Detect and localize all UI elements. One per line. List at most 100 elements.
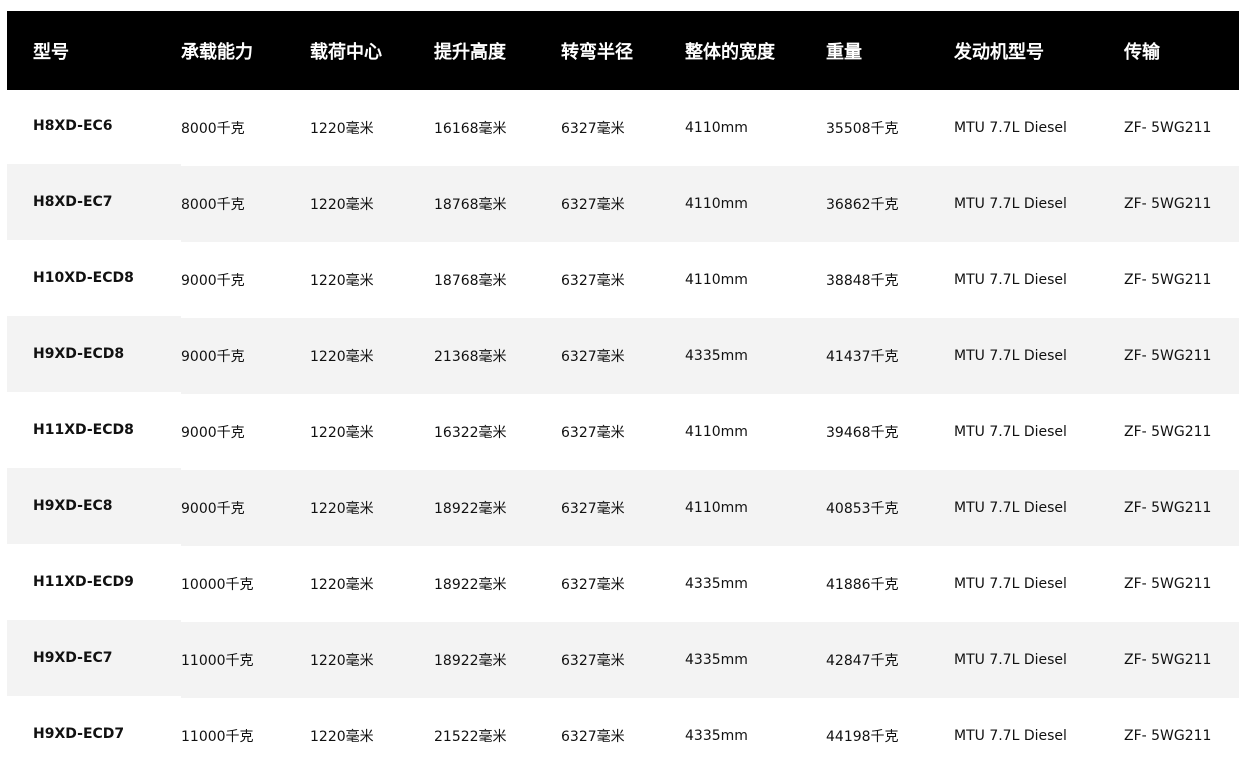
cell-transmission: ZF- 5WG211: [1124, 576, 1212, 592]
cell-weight: 38848千克: [826, 273, 899, 289]
cell-engine: MTU 7.7L Diesel: [954, 652, 1067, 668]
cell-load-center: 1220毫米: [310, 425, 374, 441]
header-engine: 发动机型号: [954, 41, 1044, 63]
cell-weight: 42847千克: [826, 653, 899, 669]
cell-turning-radius: 6327毫米: [561, 729, 625, 745]
cell-turning-radius: 6327毫米: [561, 121, 625, 137]
cell-engine: MTU 7.7L Diesel: [954, 348, 1067, 364]
header-overall-width: 整体的宽度: [685, 41, 775, 63]
cell-capacity: 9000千克: [181, 501, 245, 517]
cell-transmission: ZF- 5WG211: [1124, 652, 1212, 668]
header-row: 型号 承载能力 载荷中心 提升高度 转弯半径 整体的宽度 重量 发动机型号 传输: [7, 11, 1239, 90]
cell-weight: 41437千克: [826, 349, 899, 365]
cell-load-center: 1220毫米: [310, 273, 374, 289]
cell-lift-height: 18922毫米: [434, 501, 507, 517]
cell-load-center: 1220毫米: [310, 577, 374, 593]
cell-model: H9XD-ECD8: [33, 346, 125, 362]
table-row: H9XD-ECD8 9000千克 1220毫米 21368毫米 6327毫米 4335mm…: [7, 318, 1239, 394]
table-row: H9XD-ECD7 11000千克 1220毫米 21522毫米 6327毫米 4335m…: [7, 698, 1239, 774]
cell-engine: MTU 7.7L Diesel: [954, 576, 1067, 592]
cell-engine: MTU 7.7L Diesel: [954, 120, 1067, 136]
table-row: H10XD-ECD8 9000千克 1220毫米 18768毫米 6327毫米 4110m…: [7, 242, 1239, 318]
cell-lift-height: 16168毫米: [434, 121, 507, 137]
table-header: 型号 承载能力 载荷中心 提升高度 转弯半径 整体的宽度 重量 发动机型号 传输: [7, 11, 1239, 90]
header-model: 型号: [33, 41, 69, 63]
cell-engine: MTU 7.7L Diesel: [954, 728, 1067, 744]
cell-engine: MTU 7.7L Diesel: [954, 500, 1067, 516]
header-capacity: 承载能力: [181, 41, 253, 63]
cell-transmission: ZF- 5WG211: [1124, 728, 1212, 744]
cell-turning-radius: 6327毫米: [561, 501, 625, 517]
cell-lift-height: 21522毫米: [434, 729, 507, 745]
header-load-center: 载荷中心: [310, 41, 382, 63]
cell-lift-height: 16322毫米: [434, 425, 507, 441]
cell-load-center: 1220毫米: [310, 653, 374, 669]
cell-load-center: 1220毫米: [310, 501, 374, 517]
cell-weight: 44198千克: [826, 729, 899, 745]
cell-load-center: 1220毫米: [310, 197, 374, 213]
table-row: H8XD-EC6 8000千克 1220毫米 16168毫米 6327毫米 4110mm 3…: [7, 90, 1239, 166]
cell-overall-width: 4335mm: [685, 728, 748, 744]
cell-model: H11XD-ECD9: [33, 574, 134, 590]
cell-weight: 39468千克: [826, 425, 899, 441]
cell-model: H9XD-EC8: [33, 498, 113, 514]
cell-load-center: 1220毫米: [310, 349, 374, 365]
cell-transmission: ZF- 5WG211: [1124, 196, 1212, 212]
cell-capacity: 8000千克: [181, 121, 245, 137]
cell-weight: 36862千克: [826, 197, 899, 213]
table-row: H9XD-EC7 11000千克 1220毫米 18922毫米 6327毫米 4335mm…: [7, 622, 1239, 698]
header-turning-radius: 转弯半径: [561, 41, 633, 63]
table-row: H9XD-EC8 9000千克 1220毫米 18922毫米 6327毫米 4110mm 4…: [7, 470, 1239, 546]
spec-table-container: 型号 承载能力 载荷中心 提升高度 转弯半径 整体的宽度 重量 发动机型号 传输 H8XD-EC…: [7, 11, 1239, 774]
cell-capacity: 10000千克: [181, 577, 254, 593]
cell-capacity: 9000千克: [181, 425, 245, 441]
cell-lift-height: 18768毫米: [434, 273, 507, 289]
cell-lift-height: 18768毫米: [434, 197, 507, 213]
cell-turning-radius: 6327毫米: [561, 273, 625, 289]
cell-transmission: ZF- 5WG211: [1124, 348, 1212, 364]
cell-model: H8XD-EC7: [33, 194, 113, 210]
cell-model: H9XD-EC7: [33, 650, 113, 666]
cell-capacity: 8000千克: [181, 197, 245, 213]
table-row: H8XD-EC7 8000千克 1220毫米 18768毫米 6327毫米 4110mm 3…: [7, 166, 1239, 242]
cell-turning-radius: 6327毫米: [561, 577, 625, 593]
cell-overall-width: 4335mm: [685, 652, 748, 668]
table-row: H11XD-ECD9 10000千克 1220毫米 18922毫米 6327毫米 4335…: [7, 546, 1239, 622]
cell-lift-height: 21368毫米: [434, 349, 507, 365]
cell-overall-width: 4335mm: [685, 576, 748, 592]
cell-load-center: 1220毫米: [310, 729, 374, 745]
cell-model: H8XD-EC6: [33, 118, 113, 134]
table-body: H8XD-EC6 8000千克 1220毫米 16168毫米 6327毫米 4110mm 3…: [7, 90, 1239, 774]
cell-overall-width: 4335mm: [685, 348, 748, 364]
cell-overall-width: 4110mm: [685, 120, 748, 136]
cell-load-center: 1220毫米: [310, 121, 374, 137]
spec-table: 型号 承载能力 载荷中心 提升高度 转弯半径 整体的宽度 重量 发动机型号 传输 H8XD-EC…: [7, 11, 1239, 774]
cell-transmission: ZF- 5WG211: [1124, 500, 1212, 516]
cell-overall-width: 4110mm: [685, 196, 748, 212]
table-row: H11XD-ECD8 9000千克 1220毫米 16322毫米 6327毫米 4110m…: [7, 394, 1239, 470]
cell-capacity: 9000千克: [181, 349, 245, 365]
cell-overall-width: 4110mm: [685, 272, 748, 288]
cell-turning-radius: 6327毫米: [561, 425, 625, 441]
cell-transmission: ZF- 5WG211: [1124, 120, 1212, 136]
cell-model: H11XD-ECD8: [33, 422, 134, 438]
cell-engine: MTU 7.7L Diesel: [954, 272, 1067, 288]
cell-weight: 35508千克: [826, 121, 899, 137]
cell-turning-radius: 6327毫米: [561, 197, 625, 213]
cell-weight: 40853千克: [826, 501, 899, 517]
cell-model: H9XD-ECD7: [33, 726, 125, 742]
cell-engine: MTU 7.7L Diesel: [954, 196, 1067, 212]
cell-overall-width: 4110mm: [685, 500, 748, 516]
cell-turning-radius: 6327毫米: [561, 653, 625, 669]
cell-model: H10XD-ECD8: [33, 270, 134, 286]
cell-lift-height: 18922毫米: [434, 653, 507, 669]
cell-lift-height: 18922毫米: [434, 577, 507, 593]
cell-transmission: ZF- 5WG211: [1124, 272, 1212, 288]
cell-overall-width: 4110mm: [685, 424, 748, 440]
cell-capacity: 11000千克: [181, 729, 254, 745]
cell-capacity: 11000千克: [181, 653, 254, 669]
cell-capacity: 9000千克: [181, 273, 245, 289]
cell-engine: MTU 7.7L Diesel: [954, 424, 1067, 440]
cell-weight: 41886千克: [826, 577, 899, 593]
cell-transmission: ZF- 5WG211: [1124, 424, 1212, 440]
